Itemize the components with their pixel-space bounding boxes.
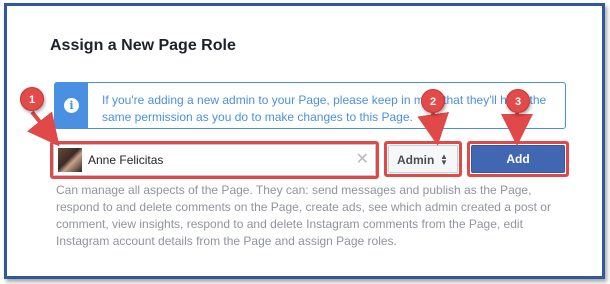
person-name-field[interactable]: Anne Felicitas ✕ <box>53 144 376 176</box>
info-notice: i If you're adding a new admin to your P… <box>54 82 566 129</box>
info-icon-cell: i <box>55 83 88 128</box>
add-button[interactable]: Add <box>471 145 565 173</box>
dialog-title: Assign a New Page Role <box>50 37 236 54</box>
step-badge-1: 1 <box>20 87 44 111</box>
select-arrows-icon: ▲ ▼ <box>440 152 448 167</box>
info-text: If you're adding a new admin to your Pag… <box>102 93 547 124</box>
info-icon: i <box>64 98 79 113</box>
step-badge-2: 2 <box>421 89 445 113</box>
step-badge-3: 3 <box>506 89 530 113</box>
avatar <box>58 148 82 172</box>
person-name-value: Anne Felicitas <box>88 153 164 167</box>
role-select-value: Admin <box>397 153 435 167</box>
role-select[interactable]: Admin ▲ ▼ <box>388 145 458 173</box>
role-description: Can manage all aspects of the Page. They… <box>56 183 551 248</box>
clear-icon[interactable]: ✕ <box>356 150 369 170</box>
